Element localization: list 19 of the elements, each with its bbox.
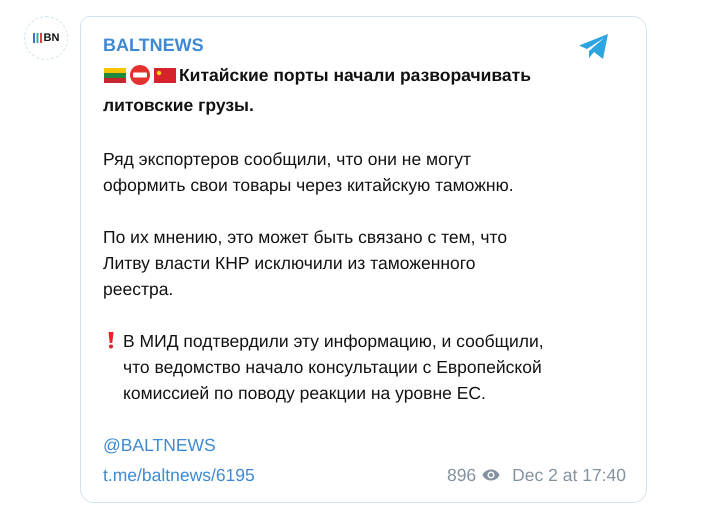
mention-link[interactable]: @BALTNEWS [103, 435, 216, 455]
post-paragraph: В МИД подтвердили эту информацию, и сообщили, что ведомство начало консультации с Европейской комиссией по поводу реакции на уровне ЕС. [123, 330, 544, 405]
stripes-icon [32, 33, 43, 43]
post-date: Dec 2 at 17:40 [512, 464, 626, 487]
post-headline: Китайские порты начали разворачивать [179, 64, 531, 87]
channel-name[interactable]: BALTNEWS [103, 33, 204, 57]
post-paragraph: По их мнению, это может быть связано с тем, что Литву власти КНР исключили из таможенного реестра. [103, 226, 508, 301]
post-headline: литовские грузы. [103, 95, 254, 115]
post-paragraph: Ряд экспортеров сообщили, что они не могут оформить свои товары через китайскую таможню. [103, 148, 514, 197]
exclamation-icon [107, 331, 115, 349]
post-link[interactable]: t.me/baltnews/6195 [103, 462, 255, 488]
flag-icon [103, 66, 127, 84]
eye-icon [482, 469, 500, 481]
view-count: 896 [446, 464, 476, 487]
channel-avatar[interactable]: BN [24, 16, 68, 60]
flag-icon [153, 66, 177, 84]
no-entry-icon [129, 64, 151, 86]
paper-plane-icon[interactable] [578, 33, 610, 61]
logo-text: BN [44, 32, 60, 44]
